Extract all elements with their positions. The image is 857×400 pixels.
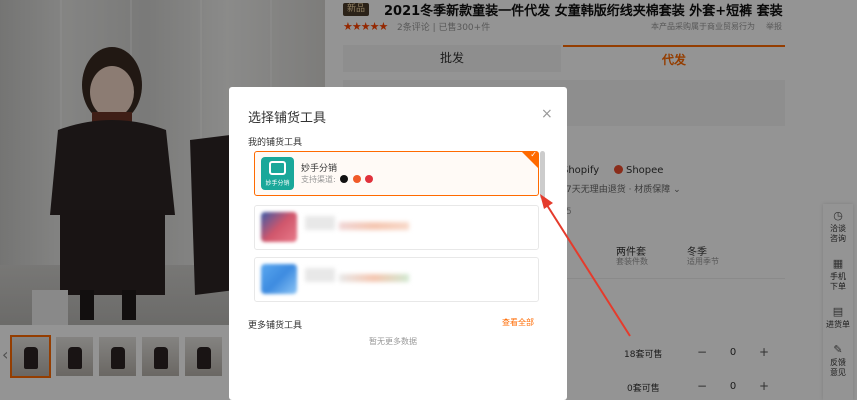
annotation-arrow [540,194,631,337]
